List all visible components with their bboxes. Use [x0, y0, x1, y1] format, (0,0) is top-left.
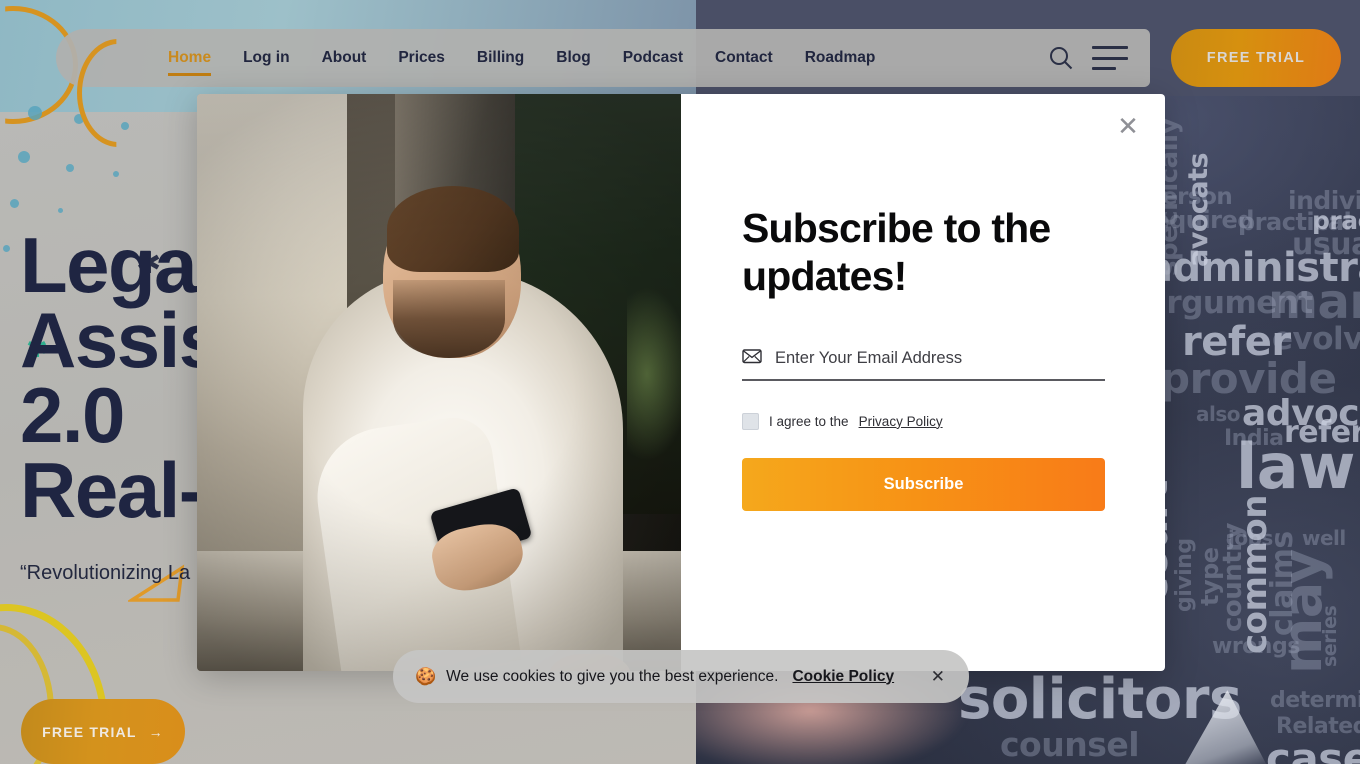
nav-link-billing[interactable]: Billing: [461, 49, 540, 67]
hero-free-trial-button[interactable]: FREE TRIAL →: [21, 699, 185, 764]
privacy-policy-checkbox[interactable]: [742, 412, 759, 430]
search-icon[interactable]: [1048, 45, 1074, 71]
nav-link-roadmap[interactable]: Roadmap: [789, 49, 892, 67]
cookie-icon: 🍪: [415, 667, 437, 686]
envelope-icon: [742, 348, 762, 369]
decorative-dot: [58, 208, 63, 213]
privacy-agree-text: I agree to the: [769, 413, 849, 429]
close-icon[interactable]: ✕: [1112, 110, 1144, 142]
subscribe-button[interactable]: Subscribe: [742, 457, 1105, 511]
wordcloud-word: wrongs: [1212, 634, 1300, 659]
nav-link-prices[interactable]: Prices: [382, 49, 461, 67]
email-input[interactable]: [775, 348, 1105, 368]
decorative-dot: [3, 245, 10, 252]
privacy-agree-row: I agree to the Privacy Policy: [742, 412, 1105, 430]
cookie-policy-link[interactable]: Cookie Policy: [792, 668, 894, 686]
nav-link-home[interactable]: Home: [152, 49, 227, 76]
decorative-dot: [10, 199, 19, 208]
decorative-dot: [121, 122, 129, 130]
subscribe-modal: ✕ Subscribe to the updates! I agree to t…: [197, 94, 1165, 671]
nav-link-login[interactable]: Log in: [227, 49, 306, 67]
navbar-free-trial-button[interactable]: FREE TRIAL: [1171, 29, 1341, 87]
page-root: specifically avocats person required ind…: [0, 0, 1360, 764]
wordcloud-word: series: [1319, 605, 1341, 667]
modal-title: Subscribe to the updates!: [742, 205, 1051, 300]
main-navbar: Home Log in About Prices Billing Blog Po…: [56, 29, 1150, 147]
cookie-banner: 🍪 We use cookies to give you the best ex…: [393, 650, 969, 703]
cookie-banner-text: We use cookies to give you the best expe…: [446, 667, 779, 685]
wordcloud-word: well: [1302, 526, 1346, 550]
wordcloud-word: determine: [1270, 688, 1360, 713]
wordcloud-word: giving: [1172, 538, 1197, 612]
photo-vignette: [197, 94, 681, 671]
arrow-right-icon: →: [148, 723, 164, 740]
modal-hero-image: [197, 94, 681, 671]
decorative-dot: [66, 164, 74, 172]
hero-line-4: Real-: [20, 445, 205, 534]
nav-link-blog[interactable]: Blog: [540, 49, 606, 67]
wordcloud-word: evolved: [1272, 321, 1360, 357]
cookie-close-icon[interactable]: ✕: [927, 667, 949, 687]
hamburger-menu-icon[interactable]: [1092, 46, 1128, 70]
wordcloud-word: claims: [1265, 531, 1300, 636]
hero-free-trial-label: FREE TRIAL: [42, 723, 137, 740]
decorative-dot: [113, 171, 119, 177]
email-field-row: [742, 348, 1105, 381]
wordcloud-word: case: [1266, 734, 1360, 764]
nav-tools: [1048, 45, 1134, 71]
privacy-policy-link[interactable]: Privacy Policy: [859, 414, 943, 429]
nav-link-about[interactable]: About: [306, 49, 383, 67]
decorative-dot: [18, 151, 30, 163]
wordcloud-word: also: [1196, 402, 1241, 426]
wordcloud-word: type: [1196, 547, 1224, 606]
modal-body: ✕ Subscribe to the updates! I agree to t…: [681, 94, 1165, 671]
decorative-dot: [28, 106, 42, 120]
nav-links: Home Log in About Prices Billing Blog Po…: [152, 49, 1048, 76]
wordcloud-word: law: [1236, 430, 1355, 503]
nav-link-podcast[interactable]: Podcast: [607, 49, 699, 67]
nav-link-contact[interactable]: Contact: [699, 49, 789, 67]
